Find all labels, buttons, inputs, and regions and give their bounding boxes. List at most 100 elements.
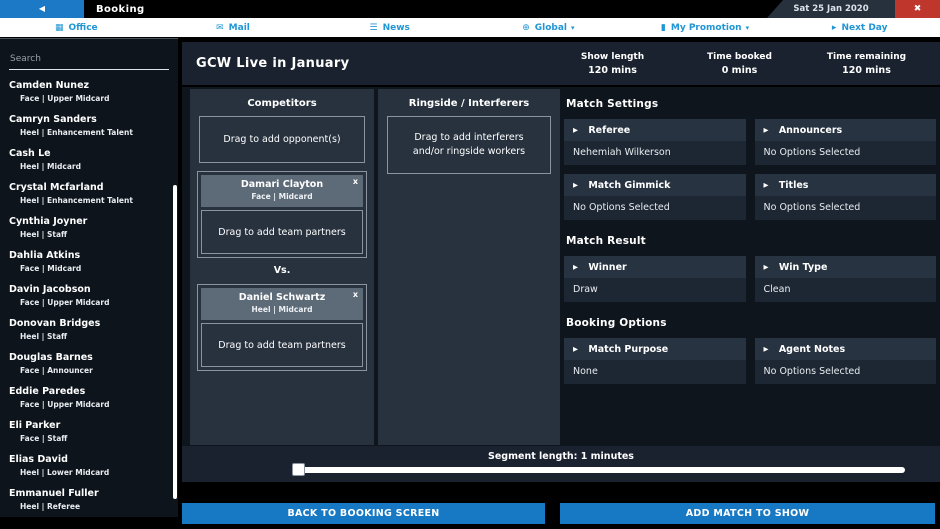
member-details: Heel | Midcard — [201, 305, 363, 315]
stat-value: 120 mins — [803, 64, 930, 77]
nav-item-mail[interactable]: ✉ Mail — [157, 18, 314, 37]
roster-item[interactable]: Emmanuel Fuller Heel | Referee — [0, 483, 178, 517]
field-win-type: ▶ Win Type Clean — [755, 256, 937, 302]
remove-member-button[interactable]: x — [353, 290, 358, 299]
worker-name: Donovan Bridges — [9, 318, 170, 330]
nav-item-news[interactable]: ☰ News — [313, 18, 470, 37]
expand-arrow-icon: ▶ — [573, 126, 578, 134]
field-header[interactable]: ▶ Match Purpose — [564, 338, 746, 360]
segment-length-slider-thumb[interactable] — [292, 463, 305, 476]
show-title: GCW Live in January — [182, 56, 549, 71]
roster-list: Camden Nunez Face | Upper Midcard Camryn… — [0, 75, 178, 517]
field-label: Titles — [779, 180, 809, 191]
member-card[interactable]: Damari Clayton Face | Midcard x — [201, 175, 363, 207]
field-header[interactable]: ▶ Titles — [755, 174, 937, 196]
chevron-down-icon: ▾ — [746, 24, 750, 32]
remove-member-button[interactable]: x — [353, 177, 358, 186]
stat-label: Time booked — [676, 51, 803, 64]
field-header[interactable]: ▶ Winner — [564, 256, 746, 278]
nav-item-next-day[interactable]: ▸ Next Day — [783, 18, 940, 37]
member-card[interactable]: Daniel Schwartz Heel | Midcard x — [201, 288, 363, 320]
worker-name: Cynthia Joyner — [9, 216, 170, 228]
roster-item[interactable]: Davin Jacobson Face | Upper Midcard — [0, 279, 178, 313]
nav-item-office[interactable]: ▦ Office — [0, 18, 157, 37]
competitors-title: Competitors — [190, 89, 374, 116]
field-header[interactable]: ▶ Win Type — [755, 256, 937, 278]
back-to-booking-button[interactable]: BACK TO BOOKING SCREEN — [182, 503, 545, 524]
opponent-drop-zone[interactable]: Drag to add opponent(s) — [199, 116, 365, 163]
segment-length-slider[interactable] — [293, 467, 905, 473]
worker-name: Emmanuel Fuller — [9, 488, 170, 500]
worker-details: Heel | Referee — [9, 502, 170, 512]
field-header[interactable]: ▶ Referee — [564, 119, 746, 141]
close-icon: ✖ — [914, 4, 922, 14]
game-date: Sat 25 Jan 2020 — [767, 0, 895, 18]
globe-icon: ⊕ — [522, 23, 530, 33]
nav-label: My Promotion — [671, 23, 742, 33]
show-header: GCW Live in January Show length 120 mins… — [182, 42, 940, 85]
field-header[interactable]: ▶ Match Gimmick — [564, 174, 746, 196]
worker-details: Face | Midcard — [9, 264, 170, 274]
expand-arrow-icon: ▶ — [764, 345, 769, 353]
field-titles: ▶ Titles No Options Selected — [755, 174, 937, 220]
roster-item[interactable]: Douglas Barnes Face | Announcer — [0, 347, 178, 381]
top-nav: ▦ Office ✉ Mail ☰ News ⊕ Global ▾ ▮ My P… — [0, 18, 940, 37]
nav-item-global[interactable]: ⊕ Global ▾ — [470, 18, 627, 37]
roster-item[interactable]: Donovan Bridges Heel | Staff — [0, 313, 178, 347]
team-partner-drop-zone[interactable]: Drag to add team partners — [201, 210, 363, 254]
search-input[interactable] — [9, 51, 169, 70]
vs-label: Vs. — [190, 265, 374, 276]
match-result-grid: ▶ Winner Draw ▶ Win Type Clean — [564, 256, 936, 302]
add-match-to-show-button[interactable]: ADD MATCH TO SHOW — [560, 503, 935, 524]
roster-item[interactable]: Camden Nunez Face | Upper Midcard — [0, 75, 178, 109]
stat-label: Show length — [549, 51, 676, 64]
worker-name: Eddie Paredes — [9, 386, 170, 398]
booking-options-title: Booking Options — [566, 317, 936, 329]
roster-item[interactable]: Crystal Mcfarland Heel | Enhancement Tal… — [0, 177, 178, 211]
field-match-purpose: ▶ Match Purpose None — [564, 338, 746, 384]
team-partner-drop-zone[interactable]: Drag to add team partners — [201, 323, 363, 367]
ringside-drop-zone[interactable]: Drag to add interferers and/or ringside … — [387, 116, 551, 174]
segment-length-label: Segment length: 1 minutes — [182, 446, 940, 462]
worker-details: Face | Announcer — [9, 366, 170, 376]
worker-details: Face | Upper Midcard — [9, 400, 170, 410]
expand-arrow-icon: ▶ — [573, 263, 578, 271]
field-header[interactable]: ▶ Announcers — [755, 119, 937, 141]
field-label: Winner — [588, 262, 626, 273]
back-arrow-button[interactable]: ◀ — [0, 0, 84, 18]
worker-name: Camden Nunez — [9, 80, 170, 92]
worker-details: Heel | Enhancement Talent — [9, 128, 170, 138]
expand-arrow-icon: ▶ — [573, 345, 578, 353]
field-value: Nehemiah Wilkerson — [564, 141, 746, 165]
competitors-column: Competitors Drag to add opponent(s) Dama… — [190, 89, 374, 445]
roster-item[interactable]: Eli Parker Face | Staff — [0, 415, 178, 449]
stat-value: 0 mins — [676, 64, 803, 77]
field-referee: ▶ Referee Nehemiah Wilkerson — [564, 119, 746, 165]
nav-item-my-promotion[interactable]: ▮ My Promotion ▾ — [627, 18, 784, 37]
roster-item[interactable]: Camryn Sanders Heel | Enhancement Talent — [0, 109, 178, 143]
roster-item[interactable]: Cynthia Joyner Heel | Staff — [0, 211, 178, 245]
worker-details: Face | Upper Midcard — [9, 94, 170, 104]
close-button[interactable]: ✖ — [895, 0, 940, 18]
field-announcers: ▶ Announcers No Options Selected — [755, 119, 937, 165]
member-name: Daniel Schwartz — [201, 292, 363, 304]
field-header[interactable]: ▶ Agent Notes — [755, 338, 937, 360]
sidebar-scrollbar-thumb[interactable] — [173, 185, 177, 499]
worker-name: Cash Le — [9, 148, 170, 160]
field-value: No Options Selected — [755, 141, 937, 165]
title-bar: ◀ Booking Sat 25 Jan 2020 ✖ — [0, 0, 940, 18]
roster-sidebar: Camden Nunez Face | Upper Midcard Camryn… — [0, 38, 178, 517]
segment-length-panel: Segment length: 1 minutes — [182, 446, 940, 482]
roster-item[interactable]: Elias David Heel | Lower Midcard — [0, 449, 178, 483]
match-settings-title: Match Settings — [566, 98, 936, 110]
roster-item[interactable]: Eddie Paredes Face | Upper Midcard — [0, 381, 178, 415]
roster-item[interactable]: Cash Le Heel | Midcard — [0, 143, 178, 177]
member-details: Face | Midcard — [201, 192, 363, 202]
expand-arrow-icon: ▶ — [764, 126, 769, 134]
worker-details: Heel | Staff — [9, 230, 170, 240]
roster-item[interactable]: Dahlia Atkins Face | Midcard — [0, 245, 178, 279]
promotion-icon: ▮ — [661, 23, 666, 33]
match-result-title: Match Result — [566, 235, 936, 247]
field-label: Agent Notes — [779, 344, 845, 355]
worker-details: Face | Staff — [9, 434, 170, 444]
